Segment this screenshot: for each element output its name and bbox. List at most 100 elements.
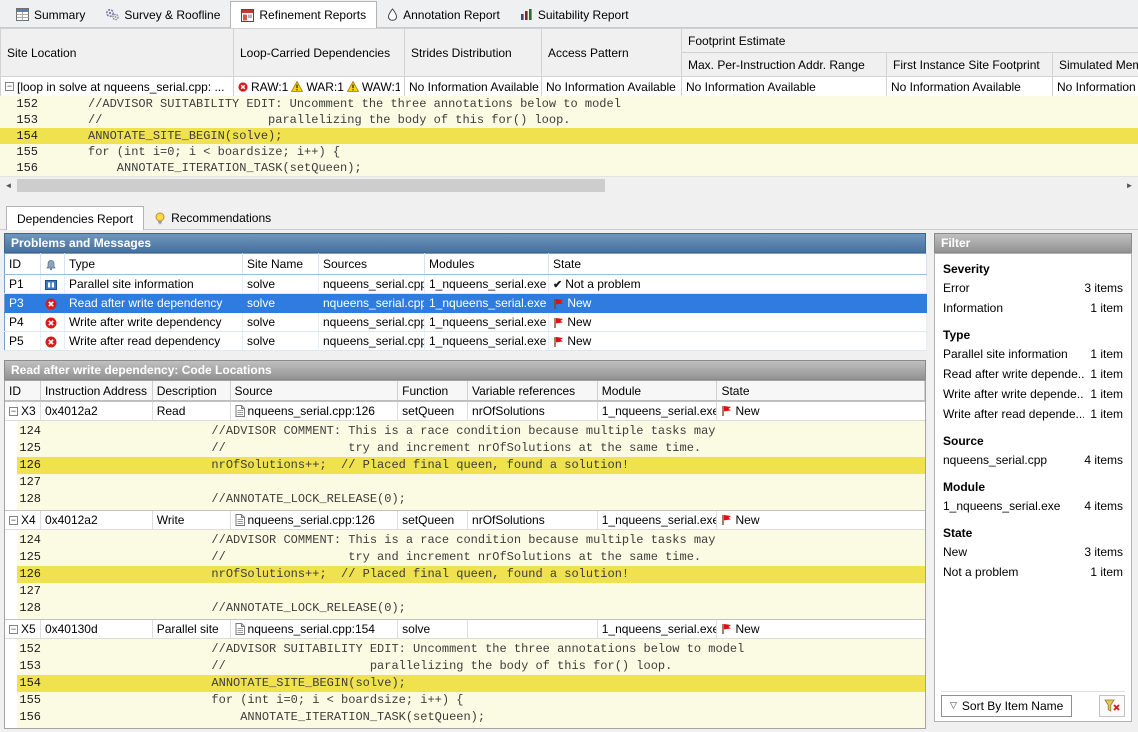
document-icon bbox=[235, 514, 245, 526]
column-header-suppressed[interactable] bbox=[41, 254, 65, 275]
line-text: // parallelizing the body of this for() … bbox=[53, 658, 925, 675]
location-address: 0x40130d bbox=[41, 620, 153, 638]
line-text: //ADVISOR SUITABILITY EDIT: Uncomment th… bbox=[52, 96, 1138, 112]
problem-row-selected[interactable]: P3 Read after write dependency solve nqu… bbox=[5, 294, 927, 313]
max-addr-cell: No Information Available bbox=[682, 77, 887, 97]
line-text: ANNOTATE_SITE_BEGIN(solve); bbox=[52, 128, 1138, 144]
filter-footer: ▽ Sort By Item Name bbox=[941, 691, 1125, 715]
line-number: 154 bbox=[17, 675, 53, 692]
collapse-icon[interactable]: − bbox=[9, 516, 18, 525]
site-location-cell[interactable]: − [loop in solve at nqueens_serial.cpp: … bbox=[1, 77, 234, 97]
column-header-first-instance-footprint[interactable]: First Instance Site Footprint bbox=[887, 53, 1053, 77]
line-number: 156 bbox=[0, 160, 52, 176]
column-header-description[interactable]: Description bbox=[153, 381, 231, 400]
warning-icon bbox=[291, 81, 303, 92]
column-header-state[interactable]: State bbox=[717, 381, 925, 400]
loop-carried-dependencies-cell: RAW:1 WAR:1 WAW:1 bbox=[234, 77, 405, 97]
filter-panel: Filter Severity Error3 items Information… bbox=[934, 233, 1132, 722]
filter-item-count: 3 items bbox=[1078, 281, 1123, 295]
line-text: // try and increment nrOfSolutions at th… bbox=[53, 440, 925, 457]
filter-group-title: State bbox=[943, 524, 1123, 542]
scroll-right-button[interactable]: ► bbox=[1121, 177, 1138, 194]
column-header-site-name[interactable]: Site Name bbox=[243, 254, 319, 275]
column-header-function[interactable]: Function bbox=[398, 381, 468, 400]
filter-item[interactable]: New3 items bbox=[943, 542, 1123, 562]
column-header-source[interactable]: Source bbox=[231, 381, 399, 400]
tab-survey-roofline[interactable]: Survey & Roofline bbox=[95, 2, 230, 27]
tab-dependencies-report[interactable]: Dependencies Report bbox=[6, 206, 144, 230]
site-location-text: [loop in solve at nqueens_serial.cpp: ..… bbox=[17, 80, 224, 94]
report-tabbar: Dependencies Report Recommendations bbox=[0, 206, 1138, 230]
column-header-simulated-footprint[interactable]: Simulated Memory Footprint bbox=[1053, 53, 1138, 77]
collapse-icon[interactable]: − bbox=[9, 625, 18, 634]
access-pattern-cell: No Information Available bbox=[542, 77, 682, 97]
tab-refinement-reports[interactable]: Refinement Reports bbox=[230, 1, 377, 28]
filter-item[interactable]: Read after write depende...1 item bbox=[943, 364, 1123, 384]
filter-item[interactable]: Not a problem1 item bbox=[943, 562, 1123, 582]
filter-item[interactable]: Write after read depende...1 item bbox=[943, 404, 1123, 424]
column-header-access-pattern[interactable]: Access Pattern bbox=[542, 29, 682, 77]
filter-item[interactable]: Information1 item bbox=[943, 298, 1123, 318]
code-line: 156 ANNOTATE_ITERATION_TASK(setQueen); bbox=[17, 709, 925, 726]
tab-label: Survey & Roofline bbox=[124, 8, 220, 22]
filter-item-count: 4 items bbox=[1078, 499, 1123, 513]
filter-item[interactable]: Parallel site information1 item bbox=[943, 344, 1123, 364]
column-header-state[interactable]: State bbox=[549, 254, 927, 275]
filter-group-title: Severity bbox=[943, 260, 1123, 278]
filter-item[interactable]: Write after write depende...1 item bbox=[943, 384, 1123, 404]
problem-row[interactable]: P4 Write after write dependency solve nq… bbox=[5, 313, 927, 332]
line-text bbox=[53, 583, 925, 600]
column-header-variable-references[interactable]: Variable references bbox=[468, 381, 598, 400]
scrollbar-thumb[interactable] bbox=[17, 179, 605, 192]
tab-recommendations[interactable]: Recommendations bbox=[144, 207, 281, 229]
problem-row[interactable]: P1 Parallel site information solve nquee… bbox=[5, 275, 927, 294]
sort-by-item-name-button[interactable]: ▽ Sort By Item Name bbox=[941, 695, 1072, 717]
filter-item[interactable]: Error3 items bbox=[943, 278, 1123, 298]
filter-item[interactable]: 1_nqueens_serial.exe4 items bbox=[943, 496, 1123, 516]
column-header-modules[interactable]: Modules bbox=[425, 254, 549, 275]
filter-group-state: State New3 items Not a problem1 item bbox=[943, 524, 1123, 582]
scroll-left-button[interactable]: ◄ bbox=[0, 177, 17, 194]
panel-title: Filter bbox=[941, 236, 970, 250]
tab-summary[interactable]: Summary bbox=[6, 2, 95, 27]
tab-label: Summary bbox=[34, 8, 85, 22]
tab-annotation-report[interactable]: Annotation Report bbox=[377, 2, 510, 27]
horizontal-scrollbar[interactable]: ◄ ► bbox=[0, 176, 1138, 193]
check-icon: ✔ bbox=[553, 279, 562, 291]
column-header-loop-carried-dependencies[interactable]: Loop-Carried Dependencies bbox=[234, 29, 405, 77]
code-line: 128 //ANNOTATE_LOCK_RELEASE(0); bbox=[17, 600, 925, 617]
error-icon bbox=[45, 317, 57, 329]
survey-gears-icon bbox=[105, 8, 119, 21]
column-header-max-addr-range[interactable]: Max. Per-Instruction Addr. Range bbox=[682, 53, 887, 77]
raw-count: RAW:1 bbox=[251, 80, 288, 94]
tab-suitability-report[interactable]: Suitability Report bbox=[510, 2, 639, 27]
filter-item-count: 1 item bbox=[1084, 347, 1123, 361]
collapse-icon[interactable]: − bbox=[5, 82, 14, 91]
collapse-icon[interactable]: − bbox=[9, 407, 18, 416]
column-header-type[interactable]: Type bbox=[65, 254, 243, 275]
column-header-sources[interactable]: Sources bbox=[319, 254, 425, 275]
problem-row[interactable]: P5 Write after read dependency solve nqu… bbox=[5, 332, 927, 351]
column-header-instruction-address[interactable]: Instruction Address bbox=[41, 381, 153, 400]
code-line-highlighted: 154 ANNOTATE_SITE_BEGIN(solve); bbox=[17, 675, 925, 692]
line-number: 124 bbox=[17, 532, 53, 549]
problem-site: solve bbox=[243, 294, 319, 313]
column-header-site-location[interactable]: Site Location bbox=[1, 29, 234, 77]
column-header-id[interactable]: ID bbox=[5, 254, 41, 275]
filter-item[interactable]: nqueens_serial.cpp4 items bbox=[943, 450, 1123, 470]
error-icon bbox=[238, 82, 248, 92]
location-row[interactable]: −X5 0x40130d Parallel site nqueens_seria… bbox=[5, 619, 925, 639]
column-group-footprint-estimate[interactable]: Footprint Estimate bbox=[682, 29, 1138, 53]
column-header-strides-distribution[interactable]: Strides Distribution bbox=[405, 29, 542, 77]
location-row[interactable]: −X3 0x4012a2 Read nqueens_serial.cpp:126… bbox=[5, 401, 925, 421]
problem-modules: 1_nqueens_serial.exe bbox=[425, 275, 549, 294]
site-row[interactable]: − [loop in solve at nqueens_serial.cpp: … bbox=[1, 77, 1138, 97]
clear-filters-button[interactable] bbox=[1099, 695, 1125, 717]
column-header-id[interactable]: ID bbox=[5, 381, 41, 400]
location-row[interactable]: −X4 0x4012a2 Write nqueens_serial.cpp:12… bbox=[5, 510, 925, 530]
line-number: 128 bbox=[17, 600, 53, 617]
filter-body: Severity Error3 items Information1 item … bbox=[934, 253, 1132, 722]
column-header-module[interactable]: Module bbox=[598, 381, 718, 400]
flag-icon bbox=[721, 405, 732, 417]
location-source: nqueens_serial.cpp:126 bbox=[248, 404, 375, 418]
